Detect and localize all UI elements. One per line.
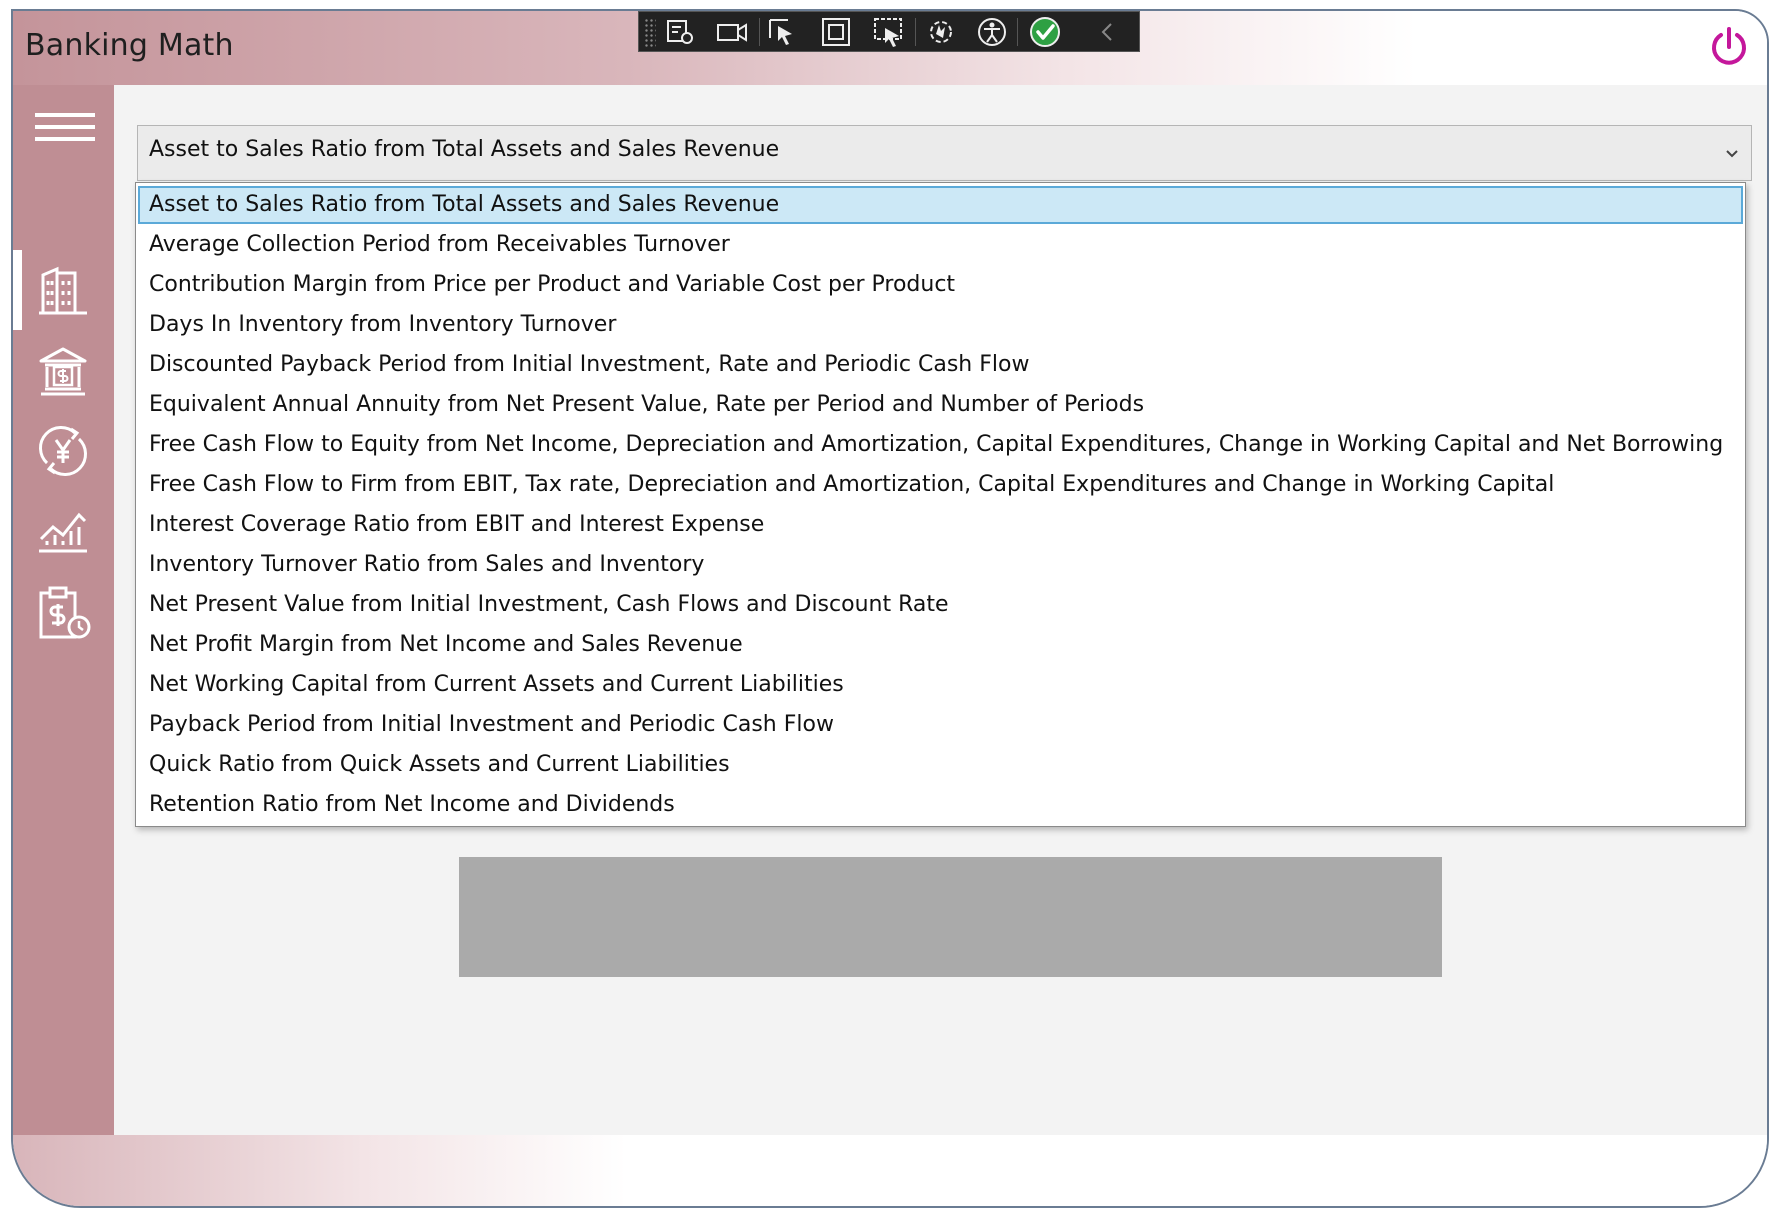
dropdown-option[interactable]: Free Cash Flow to Equity from Net Income… — [138, 426, 1743, 464]
building-icon — [39, 266, 87, 315]
dropdown-option[interactable]: Discounted Payback Period from Initial I… — [138, 346, 1743, 384]
track-focus-icon — [874, 18, 902, 47]
sidebar-item-clipboard[interactable] — [13, 573, 114, 643]
accessibility-button[interactable] — [975, 16, 1009, 48]
sidebar-item-building[interactable] — [13, 253, 114, 323]
hot-reload-button[interactable] — [924, 16, 958, 48]
binding-status-button[interactable] — [1028, 16, 1062, 48]
dropdown-option[interactable]: Average Collection Period from Receivabl… — [138, 226, 1743, 264]
power-button[interactable] — [1707, 25, 1751, 69]
dropdown-option[interactable]: Asset to Sales Ratio from Total Assets a… — [138, 186, 1743, 224]
dropdown-option[interactable]: Free Cash Flow to Firm from EBIT, Tax ra… — [138, 466, 1743, 504]
bank-icon — [39, 347, 87, 396]
currency-exchange-icon — [39, 426, 87, 476]
hamburger-menu-icon — [35, 113, 95, 141]
footer-bar — [13, 1135, 1767, 1206]
dropdown-option[interactable]: Net Present Value from Initial Investmen… — [138, 586, 1743, 624]
toolbar-separator — [1017, 18, 1018, 46]
dropdown-option[interactable]: Equivalent Annual Annuity from Net Prese… — [138, 386, 1743, 424]
toolbar-grip[interactable] — [644, 18, 656, 48]
sidebar-item-bank[interactable] — [13, 333, 114, 403]
display-layout-adorners-button[interactable] — [819, 16, 853, 48]
dropdown-option[interactable]: Inventory Turnover Ratio from Sales and … — [138, 546, 1743, 584]
dropdown-option[interactable]: Days In Inventory from Inventory Turnove… — [138, 306, 1743, 344]
debug-toolbar — [638, 11, 1140, 52]
display-layout-adorners-icon — [822, 18, 850, 46]
toolbar-separator — [759, 18, 760, 46]
live-visual-tree-icon — [667, 20, 693, 44]
dropdown-option[interactable]: Interest Coverage Ratio from EBIT and In… — [138, 506, 1743, 544]
clipboard-dollar-icon — [39, 586, 91, 639]
select-element-icon — [769, 19, 792, 45]
live-visual-tree-button[interactable] — [663, 16, 697, 48]
record-icon — [717, 23, 747, 42]
formula-select-value: Asset to Sales Ratio from Total Assets a… — [149, 137, 780, 162]
dropdown-option[interactable]: Quick Ratio from Quick Assets and Curren… — [138, 746, 1743, 784]
track-focus-button[interactable] — [872, 16, 906, 48]
dropdown-option[interactable]: Retention Ratio from Net Income and Divi… — [138, 786, 1743, 824]
sidebar — [13, 85, 114, 1135]
chart-trend-icon — [39, 512, 87, 553]
formula-select[interactable]: Asset to Sales Ratio from Total Assets a… — [137, 125, 1752, 181]
dropdown-option[interactable]: Net Profit Margin from Net Income and Sa… — [138, 626, 1743, 664]
app-title: Banking Math — [25, 28, 234, 63]
sidebar-item-chart[interactable] — [13, 493, 114, 563]
sidebar-item-currency-exchange[interactable] — [13, 413, 114, 483]
collapse-icon — [1101, 23, 1112, 41]
collapse-toolbar-button[interactable] — [1091, 16, 1125, 48]
dropdown-option[interactable]: Payback Period from Initial Investment a… — [138, 706, 1743, 744]
formula-dropdown-list: Asset to Sales Ratio from Total Assets a… — [135, 182, 1746, 827]
record-button[interactable] — [715, 16, 749, 48]
dropdown-option[interactable]: Net Working Capital from Current Assets … — [138, 666, 1743, 704]
dropdown-option[interactable]: Contribution Margin from Price per Produ… — [138, 266, 1743, 304]
chevron-down-icon — [1726, 150, 1738, 158]
select-element-button[interactable] — [766, 16, 800, 48]
accessibility-icon — [978, 18, 1006, 46]
toolbar-separator — [915, 18, 916, 46]
result-panel — [459, 857, 1442, 977]
power-icon — [1712, 27, 1746, 65]
hamburger-menu-button[interactable] — [13, 95, 114, 165]
hot-reload-icon — [930, 21, 952, 43]
binding-ok-icon — [1030, 17, 1060, 47]
